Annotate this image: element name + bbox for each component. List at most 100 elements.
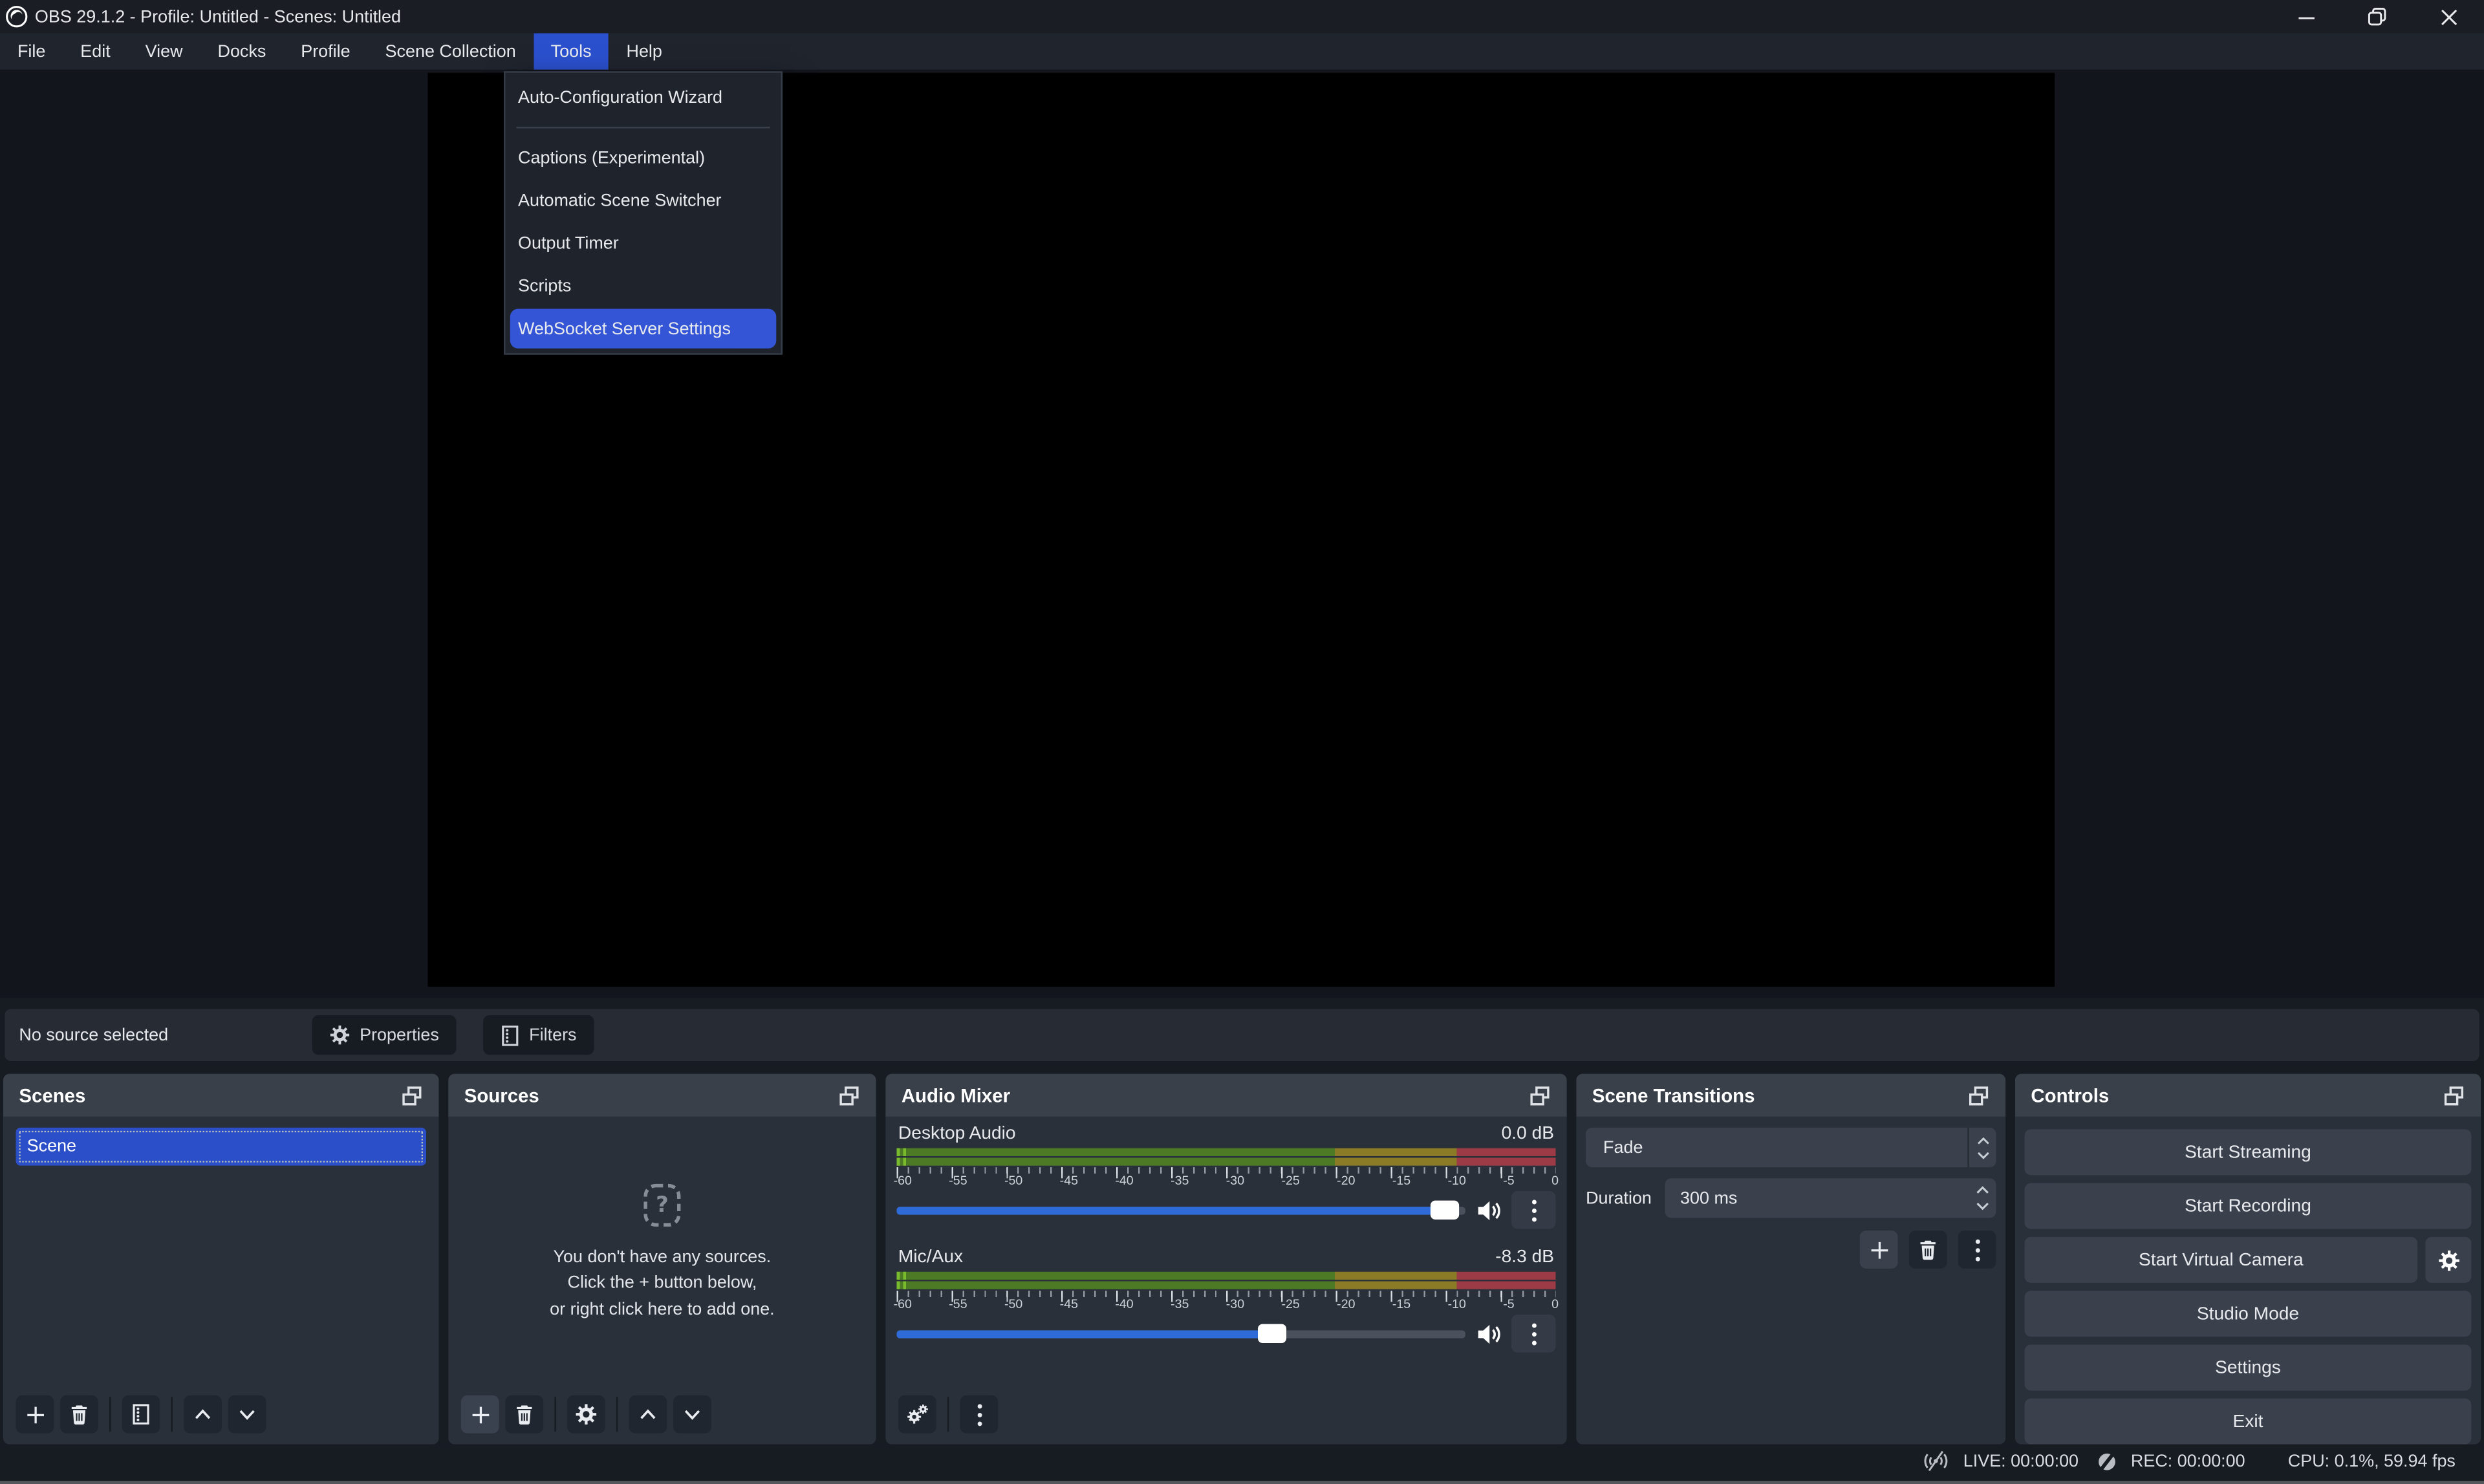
- remove-source-button[interactable]: [505, 1395, 543, 1434]
- scale-tick-label: -25: [1281, 1296, 1299, 1315]
- speaker-icon[interactable]: [1475, 1198, 1502, 1222]
- menu-item[interactable]: Tools: [534, 33, 609, 69]
- remove-transition-button[interactable]: [1909, 1231, 1947, 1269]
- titlebar: OBS 29.1.2 - Profile: Untitled - Scenes:…: [0, 0, 2484, 33]
- menu-item-websocket-server-settings[interactable]: WebSocket Server Settings: [510, 309, 777, 349]
- channel-options-button[interactable]: [1511, 1315, 1556, 1353]
- settings-button[interactable]: Settings: [2025, 1344, 2472, 1390]
- remove-scene-button[interactable]: [60, 1395, 98, 1434]
- start-virtual-camera-button[interactable]: Start Virtual Camera: [2025, 1237, 2418, 1283]
- volume-slider-handle[interactable]: [1258, 1324, 1286, 1343]
- obs-logo-icon: [5, 5, 28, 28]
- filters-label: Filters: [529, 1026, 576, 1044]
- volume-slider-handle[interactable]: [1431, 1201, 1460, 1220]
- menu-item-auto-configuration-wizard[interactable]: Auto-Configuration Wizard: [505, 76, 781, 119]
- menu-item[interactable]: Scene Collection: [368, 33, 534, 69]
- duration-spinbox[interactable]: 300 ms: [1665, 1178, 1996, 1218]
- volume-slider[interactable]: [896, 1324, 1465, 1343]
- menu-bar: FileEditViewDocksProfileScene Collection…: [0, 33, 2484, 69]
- properties-button[interactable]: Properties: [312, 1015, 457, 1055]
- channel-name: Desktop Audio: [898, 1124, 1016, 1143]
- scenes-toolbar: [3, 1395, 439, 1445]
- source-properties-button[interactable]: [567, 1395, 605, 1434]
- studio-mode-button[interactable]: Studio Mode: [2025, 1291, 2472, 1337]
- add-source-button[interactable]: [461, 1395, 499, 1434]
- menu-item[interactable]: File: [0, 33, 63, 69]
- svg-text:?: ?: [656, 1191, 669, 1216]
- add-transition-button[interactable]: [1860, 1231, 1898, 1269]
- speaker-icon[interactable]: [1475, 1322, 1502, 1346]
- arrow-down-icon: [681, 1403, 703, 1425]
- add-scene-button[interactable]: [16, 1395, 54, 1434]
- advanced-audio-properties-button[interactable]: [898, 1395, 936, 1434]
- menu-item[interactable]: Edit: [63, 33, 127, 69]
- scene-down-button[interactable]: [228, 1395, 266, 1434]
- scene-transitions-panel: Scene Transitions Fade Duration: [1576, 1074, 2005, 1445]
- kebab-icon: [975, 1403, 983, 1426]
- transition-options-button[interactable]: [1958, 1231, 1996, 1269]
- scene-transitions-body: Fade Duration 300 ms: [1576, 1117, 2005, 1445]
- popout-icon[interactable]: [2443, 1084, 2465, 1106]
- exit-button[interactable]: Exit: [2025, 1399, 2472, 1445]
- sources-empty-state[interactable]: ? You don't have any sources. Click the …: [448, 1117, 876, 1395]
- meter-scale: -60-55-50-45-40-35-30-25-20-15-10-50: [896, 1291, 1555, 1311]
- scale-tick-label: -50: [1004, 1296, 1022, 1315]
- channel-options-button[interactable]: [1511, 1191, 1556, 1229]
- spinbox-arrows[interactable]: [1976, 1178, 1990, 1218]
- mixer-options-button[interactable]: [960, 1395, 998, 1434]
- scale-tick-label: -35: [1171, 1296, 1189, 1315]
- popout-icon[interactable]: [838, 1084, 860, 1106]
- select-spinner[interactable]: [1967, 1128, 1996, 1167]
- menu-item-automatic-scene-switcher[interactable]: Automatic Scene Switcher: [505, 179, 781, 222]
- trash-icon: [513, 1403, 535, 1425]
- scale-tick-label: 0: [1551, 1296, 1559, 1315]
- scene-list-item-selected[interactable]: Scene: [16, 1128, 426, 1166]
- scale-tick-label: -35: [1171, 1172, 1189, 1190]
- obs-main-window: OBS 29.1.2 - Profile: Untitled - Scenes:…: [0, 0, 2484, 1484]
- menu-item[interactable]: Help: [609, 33, 680, 69]
- menu-item[interactable]: Docks: [200, 33, 284, 69]
- restore-button[interactable]: [2342, 0, 2413, 33]
- plus-icon: [468, 1403, 492, 1426]
- scene-up-button[interactable]: [184, 1395, 222, 1434]
- minimize-button[interactable]: [2270, 0, 2341, 33]
- popout-icon[interactable]: [1529, 1084, 1551, 1106]
- menu-item[interactable]: View: [128, 33, 200, 69]
- menu-item-output-timer[interactable]: Output Timer: [505, 222, 781, 264]
- transition-select[interactable]: Fade: [1586, 1128, 1996, 1167]
- start-recording-button[interactable]: Start Recording: [2025, 1183, 2472, 1229]
- scale-tick-label: -55: [949, 1172, 967, 1190]
- source-up-button[interactable]: [629, 1395, 667, 1434]
- chevron-down-icon: [1976, 1150, 1989, 1158]
- filter-icon: [131, 1403, 150, 1425]
- scale-tick-label: -30: [1226, 1296, 1244, 1315]
- duration-label: Duration: [1586, 1188, 1652, 1207]
- source-down-button[interactable]: [673, 1395, 711, 1434]
- start-streaming-button[interactable]: Start Streaming: [2025, 1129, 2472, 1175]
- kebab-icon: [1529, 1322, 1537, 1346]
- gear-icon: [2437, 1249, 2459, 1271]
- popout-icon[interactable]: [1967, 1084, 1989, 1106]
- filter-icon: [501, 1024, 519, 1046]
- volume-meter: [896, 1148, 1555, 1166]
- menu-item-scripts[interactable]: Scripts: [505, 264, 781, 307]
- gear-icon: [330, 1025, 351, 1046]
- filters-button[interactable]: Filters: [483, 1015, 594, 1055]
- scene-list: Scene: [3, 1117, 439, 1395]
- mixer-toolbar: [896, 1395, 1555, 1445]
- virtual-camera-settings-button[interactable]: [2425, 1237, 2471, 1283]
- scale-tick-label: -40: [1115, 1172, 1133, 1190]
- menu-item-captions[interactable]: Captions (Experimental): [505, 136, 781, 179]
- arrow-down-icon: [236, 1403, 258, 1425]
- advanced-audio-gears-icon: [905, 1403, 930, 1425]
- chevron-down-icon: [1976, 1202, 1990, 1210]
- scale-tick-label: -60: [894, 1296, 912, 1315]
- close-button[interactable]: [2413, 0, 2484, 33]
- menu-item[interactable]: Profile: [283, 33, 367, 69]
- plus-icon: [23, 1403, 47, 1426]
- popout-icon[interactable]: [401, 1084, 423, 1106]
- volume-slider[interactable]: [896, 1201, 1465, 1220]
- unknown-source-icon: ?: [643, 1183, 682, 1227]
- scene-filters-button[interactable]: [122, 1395, 160, 1434]
- scene-transitions-title: Scene Transitions: [1592, 1084, 1755, 1106]
